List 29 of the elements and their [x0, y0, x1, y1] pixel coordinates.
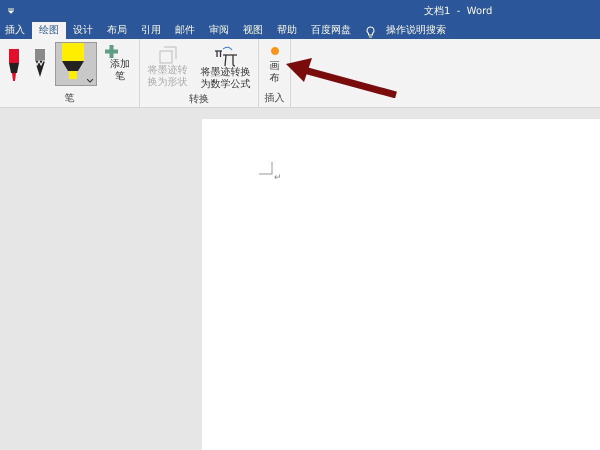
margin-corner-icon [259, 162, 273, 175]
ribbon-tab[interactable]: 布局 [100, 22, 134, 39]
add-pen-button[interactable]: 添加笔 [101, 42, 136, 86]
shapes-icon [158, 45, 178, 65]
ribbon-tab[interactable]: 邮件 [168, 22, 202, 39]
pi-icon [214, 45, 238, 67]
dropdown-icon[interactable] [8, 8, 14, 14]
tell-me-search[interactable]: 操作说明搜索 [379, 22, 453, 39]
ribbon-tab[interactable]: 插入 [0, 22, 32, 39]
canvas-button[interactable]: 画布 [262, 42, 287, 90]
group-label: 插入 [264, 93, 286, 106]
ribbon-tab[interactable]: 帮助 [270, 22, 304, 39]
ribbon-tab[interactable]: 引用 [134, 22, 168, 39]
paragraph-mark: ↵ [274, 173, 282, 183]
ribbon-tab[interactable]: 设计 [66, 22, 100, 39]
highlighter-button[interactable] [55, 42, 97, 86]
dot-icon [270, 47, 278, 55]
plus-icon [105, 45, 118, 58]
ribbon-tab[interactable]: 视图 [236, 22, 270, 39]
lightbulb-icon[interactable] [366, 26, 375, 39]
group-label: 转换 [188, 94, 210, 107]
ribbon-tab[interactable]: 审阅 [202, 22, 236, 39]
group-label: 笔 [64, 93, 76, 106]
ribbon-tab[interactable]: 百度网盘 [304, 22, 358, 39]
caret-icon[interactable] [87, 79, 93, 83]
ribbon-tab[interactable]: 绘图 [32, 22, 66, 39]
pen-icon [7, 49, 21, 83]
convert-button[interactable]: 将墨迹转换为数学公式 [196, 42, 255, 94]
window-title: 文档1 - Word [424, 4, 492, 18]
